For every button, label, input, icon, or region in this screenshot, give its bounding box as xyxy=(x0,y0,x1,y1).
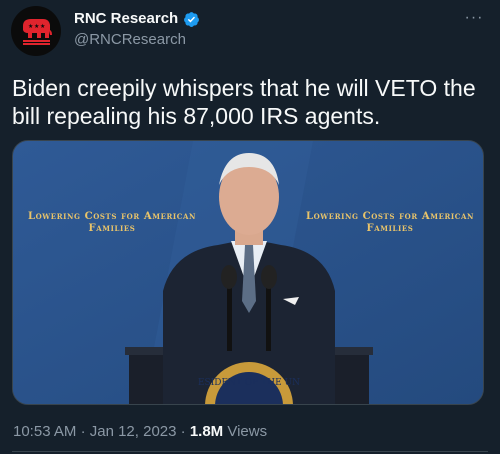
tweet-meta: 10:53 AM · Jan 12, 2023 · 1.8M Views xyxy=(13,423,267,441)
author-info: RNC Research @RNCResearch xyxy=(74,10,200,49)
verified-badge-icon xyxy=(184,11,200,27)
meta-separator: · xyxy=(180,423,190,440)
svg-text:★: ★ xyxy=(40,23,45,30)
divider xyxy=(12,451,488,452)
seal-text: ESIDENT OF THE UN xyxy=(198,378,300,388)
tweet-video[interactable]: ESIDENT OF THE UN Lowering Costs for Ame… xyxy=(12,140,484,405)
tweet-text: Biden creepily whispers that he will VET… xyxy=(12,75,476,129)
svg-text:★: ★ xyxy=(34,23,39,30)
more-dots-icon: ··· xyxy=(464,9,484,26)
avatar[interactable]: ★ ★ ★ xyxy=(11,6,61,56)
tweet: ★ ★ ★ RNC Research @RNCResearch ··· Bide… xyxy=(0,0,500,454)
tweet-date[interactable]: Jan 12, 2023 xyxy=(90,423,177,440)
display-name-row: RNC Research xyxy=(74,10,200,28)
views-label: Views xyxy=(227,423,268,440)
republican-elephant-icon: ★ ★ ★ xyxy=(23,19,52,45)
more-options-button[interactable]: ··· xyxy=(462,8,486,28)
svg-text:★: ★ xyxy=(28,23,33,30)
display-name[interactable]: RNC Research xyxy=(74,10,178,28)
meta-separator: · xyxy=(80,423,90,440)
video-frame: ESIDENT OF THE UN xyxy=(13,141,483,404)
tweet-time[interactable]: 10:53 AM xyxy=(13,423,76,440)
views-count: 1.8M xyxy=(189,423,224,440)
banner-text-left: Lowering Costs for American Families xyxy=(27,211,197,234)
author-handle[interactable]: @RNCResearch xyxy=(74,31,200,49)
banner-text-right: Lowering Costs for American Families xyxy=(305,211,475,234)
